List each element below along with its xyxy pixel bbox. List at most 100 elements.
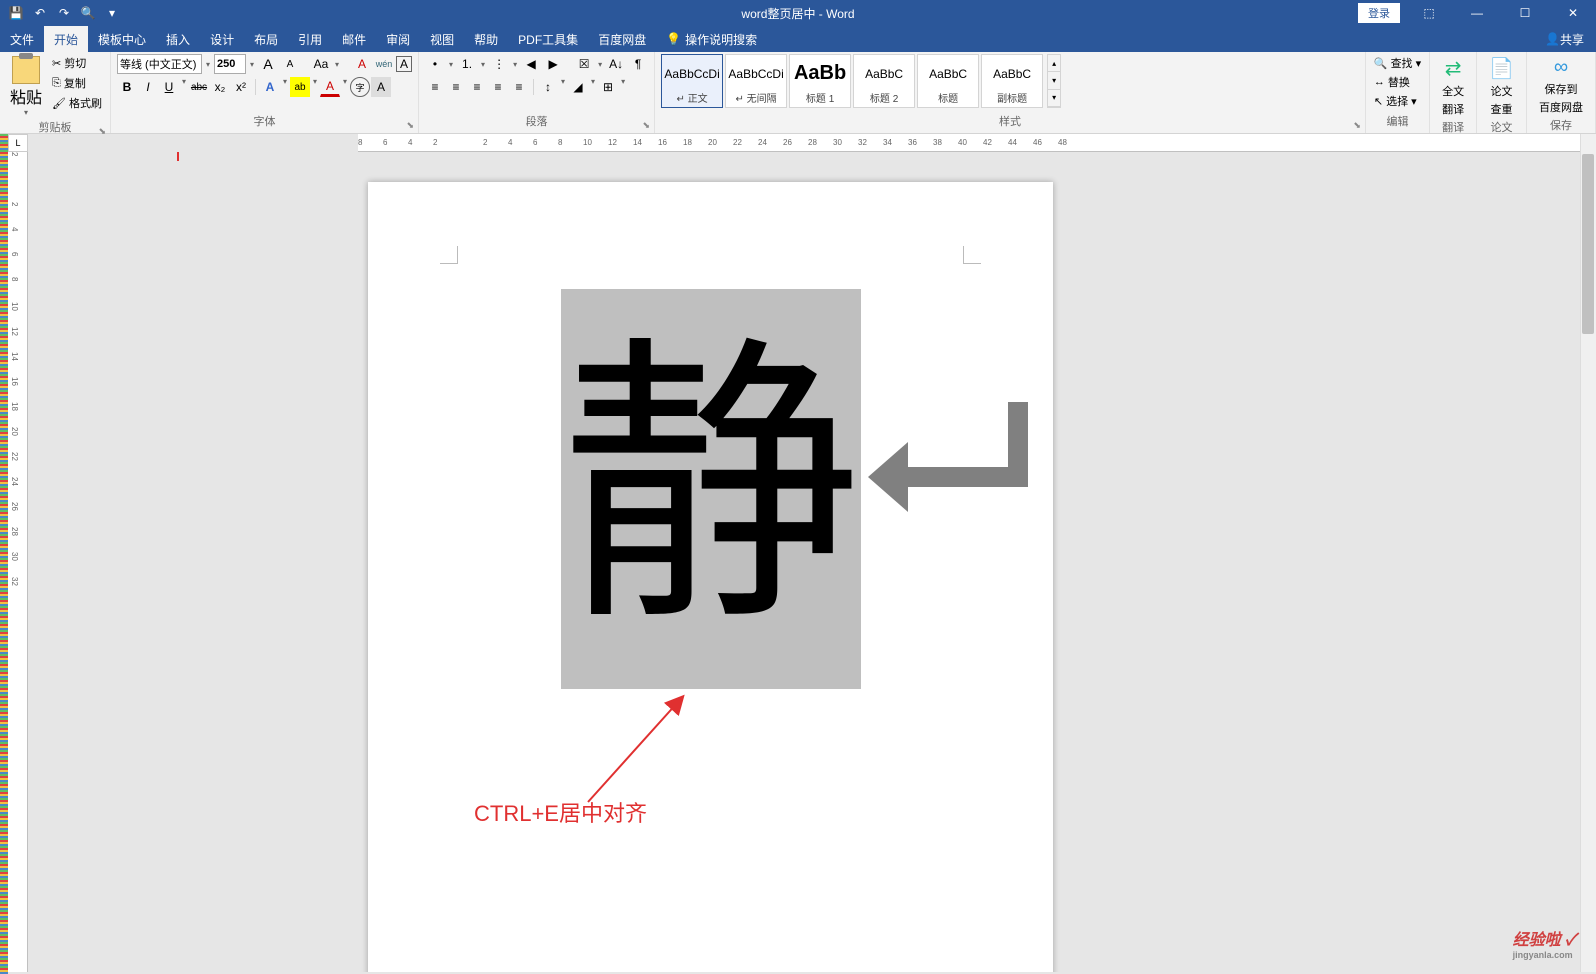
ruler-tick: 4 [408, 138, 412, 147]
gallery-expand-icon[interactable]: ▾ [1048, 90, 1060, 107]
thesis-check-button[interactable]: 📄 论文查重 [1483, 54, 1520, 119]
ruler-tick: 10 [583, 138, 592, 147]
replace-icon: ↔ [1374, 76, 1385, 88]
zoom-icon[interactable]: 🔍 [80, 5, 96, 21]
gallery-up-icon[interactable]: ▴ [1048, 55, 1060, 72]
cut-button[interactable]: ✂剪切 [50, 54, 104, 72]
para-launcher-icon[interactable]: ⬊ [643, 120, 651, 131]
change-case-button[interactable]: Aa [311, 54, 331, 74]
shrink-font-button[interactable]: A [280, 54, 300, 74]
shading-button[interactable]: ◢ [568, 77, 588, 97]
distribute-button[interactable]: ≡ [509, 77, 529, 97]
font-size-dropdown-icon[interactable]: ▾ [248, 60, 256, 69]
tab-file[interactable]: 文件 [0, 26, 44, 52]
font-size-combo[interactable]: 250 [214, 54, 246, 74]
underline-button[interactable]: U [159, 77, 179, 97]
clear-format-button[interactable]: A [352, 54, 372, 74]
style-item[interactable]: AaBbCcDi↵ 正文 [661, 54, 723, 108]
page[interactable]: 静 CTRL+E居中对齐 [368, 182, 1053, 972]
multilevel-button[interactable]: ⋮ [489, 54, 509, 74]
italic-button[interactable]: I [138, 77, 158, 97]
minimize-icon[interactable]: — [1454, 0, 1500, 26]
align-center-button[interactable]: ≡ [446, 77, 466, 97]
tab-review[interactable]: 审阅 [376, 26, 420, 52]
style-item[interactable]: AaBb标题 1 [789, 54, 851, 108]
align-right-button[interactable]: ≡ [467, 77, 487, 97]
maximize-icon[interactable]: ☐ [1502, 0, 1548, 26]
show-marks-button[interactable]: ¶ [628, 54, 648, 74]
copy-button[interactable]: ⎘复制 [50, 74, 104, 92]
full-translate-button[interactable]: ⇄ 全文翻译 [1436, 54, 1470, 119]
save-icon[interactable]: 💾 [8, 5, 24, 21]
superscript-button[interactable]: x² [231, 77, 251, 97]
vertical-scrollbar[interactable] [1580, 134, 1596, 972]
scrollbar-thumb[interactable] [1582, 154, 1594, 334]
justify-button[interactable]: ≡ [488, 77, 508, 97]
selected-text-block[interactable]: 静 [561, 289, 861, 689]
font-launcher-icon[interactable]: ⬊ [406, 120, 414, 131]
cn-layout-button[interactable]: ☒ [574, 54, 594, 74]
find-button[interactable]: 🔍查找 ▾ [1372, 54, 1423, 72]
paste-button[interactable]: 粘贴 ▾ [6, 54, 46, 119]
tab-mailings[interactable]: 邮件 [332, 26, 376, 52]
font-name-combo[interactable]: 等线 (中文正文) [117, 54, 202, 74]
tab-baidu[interactable]: 百度网盘 [588, 26, 656, 52]
qat-dropdown-icon[interactable]: ▾ [104, 5, 120, 21]
undo-icon[interactable]: ↶ [32, 5, 48, 21]
tab-references[interactable]: 引用 [288, 26, 332, 52]
subscript-button[interactable]: x₂ [210, 77, 230, 97]
bullets-button[interactable]: • [425, 54, 445, 74]
tab-layout[interactable]: 布局 [244, 26, 288, 52]
font-name-dropdown-icon[interactable]: ▾ [204, 60, 212, 69]
vertical-ruler[interactable]: 22468101214161820222426283032 [8, 152, 28, 972]
login-button[interactable]: 登录 [1358, 3, 1400, 23]
ruler-tick: 18 [683, 138, 692, 147]
tab-design[interactable]: 设计 [200, 26, 244, 52]
ruler-corner[interactable]: L [8, 134, 28, 152]
tab-insert[interactable]: 插入 [156, 26, 200, 52]
indent-button[interactable]: ▶ [543, 54, 563, 74]
cursor-icon: ↖ [1374, 95, 1383, 108]
document-view: L 86422468101214161820222426283032343638… [0, 134, 1596, 972]
style-item[interactable]: AaBbC标题 2 [853, 54, 915, 108]
document-canvas[interactable]: 静 CTRL+E居中对齐 [28, 152, 1580, 972]
style-preview: AaBbC [993, 57, 1031, 90]
tab-home[interactable]: 开始 [44, 26, 88, 52]
tell-me-search[interactable]: 💡操作说明搜索 [656, 26, 767, 52]
gallery-down-icon[interactable]: ▾ [1048, 72, 1060, 89]
save-to-cloud-button[interactable]: ∞ 保存到百度网盘 [1533, 54, 1589, 117]
circled-char-button[interactable]: 字 [350, 77, 370, 97]
text-effects-button[interactable]: A [260, 77, 280, 97]
paste-dropdown-icon[interactable]: ▾ [22, 108, 30, 117]
style-item[interactable]: AaBbC标题 [917, 54, 979, 108]
sort-button[interactable]: A↓ [606, 54, 626, 74]
phonetic-button[interactable]: wén [374, 54, 394, 74]
ribbon-options-icon[interactable]: ⬚ [1406, 0, 1452, 26]
grow-font-button[interactable]: A [258, 54, 278, 74]
char-border-button[interactable]: A [396, 56, 412, 72]
bold-button[interactable]: B [117, 77, 137, 97]
highlight-button[interactable]: ab [290, 77, 310, 97]
strike-button[interactable]: abc [189, 77, 209, 97]
borders-button[interactable]: ⊞ [598, 77, 618, 97]
tab-help[interactable]: 帮助 [464, 26, 508, 52]
redo-icon[interactable]: ↷ [56, 5, 72, 21]
format-painter-button[interactable]: 🖌格式刷 [50, 94, 104, 112]
style-item[interactable]: AaBbCcDi↵ 无间隔 [725, 54, 787, 108]
dedent-button[interactable]: ◀ [521, 54, 541, 74]
horizontal-ruler[interactable]: 8642246810121416182022242628303234363840… [358, 134, 1580, 152]
font-color-button[interactable]: A [320, 77, 340, 97]
align-left-button[interactable]: ≡ [425, 77, 445, 97]
tab-template[interactable]: 模板中心 [88, 26, 156, 52]
share-button[interactable]: 👤 共享 [1533, 26, 1596, 52]
close-icon[interactable]: ✕ [1550, 0, 1596, 26]
styles-launcher-icon[interactable]: ⬊ [1353, 120, 1361, 131]
line-spacing-button[interactable]: ↕ [538, 77, 558, 97]
char-shading-button[interactable]: A [371, 77, 391, 97]
numbering-button[interactable]: 1. [457, 54, 477, 74]
tab-view[interactable]: 视图 [420, 26, 464, 52]
tab-pdf[interactable]: PDF工具集 [508, 26, 588, 52]
select-button[interactable]: ↖选择 ▾ [1372, 92, 1423, 110]
style-item[interactable]: AaBbC副标题 [981, 54, 1043, 108]
replace-button[interactable]: ↔替换 [1372, 73, 1423, 91]
